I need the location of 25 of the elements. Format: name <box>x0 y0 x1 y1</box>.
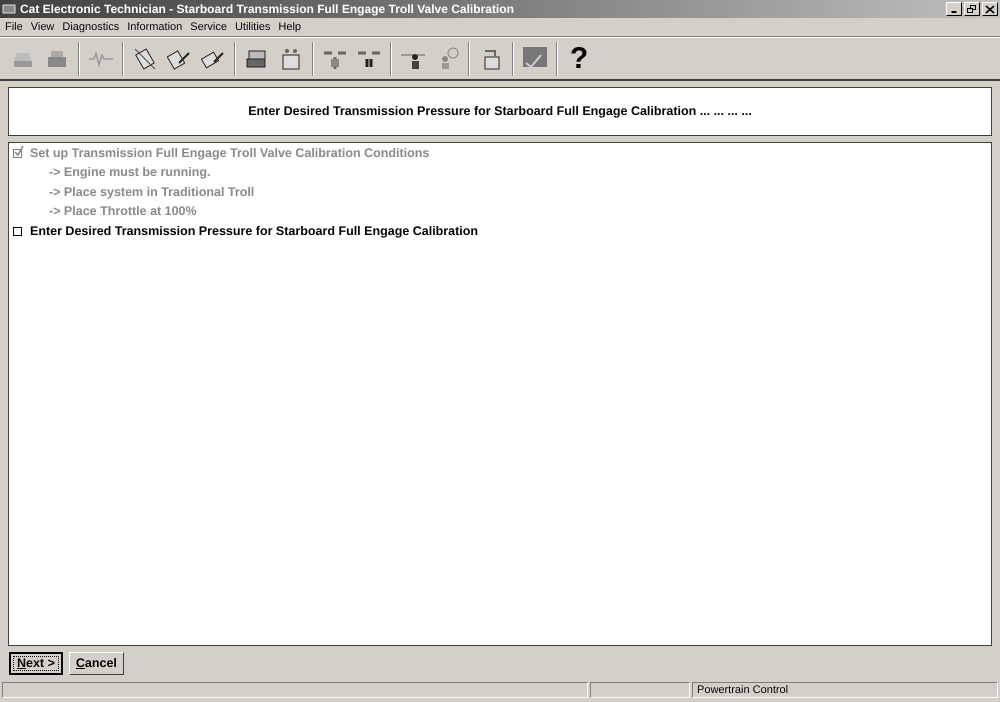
step-text: Set up Transmission Full Engage Troll Valve Calibration Conditions <box>30 145 430 162</box>
step-note: -> Engine must be running. <box>49 164 210 182</box>
menu-item[interactable]: Service <box>187 18 230 36</box>
step-note: -> Place Throttle at 100% <box>49 203 197 220</box>
cancel-button[interactable]: Cancel <box>68 652 124 675</box>
step-note: -> Place system in Traditional Troll <box>49 184 254 201</box>
minimize-icon <box>951 10 957 12</box>
app-icon <box>2 3 16 15</box>
help-button[interactable]: ? <box>562 40 596 76</box>
window-title: Cat Electronic Technician - Starboard Transmission Full Engage Troll Valve Calibration <box>20 1 514 18</box>
restore-button[interactable] <box>964 2 980 16</box>
step-text: Enter Desired Transmission Pressure for Starboard Full Engage Calibration <box>30 222 478 240</box>
menu-item[interactable]: File <box>2 18 26 36</box>
menu-item[interactable]: View <box>28 18 58 36</box>
close-icon <box>985 4 995 14</box>
menu-item[interactable]: Information <box>124 18 186 36</box>
status-pane: Powertrain Control <box>692 682 998 698</box>
minimize-button[interactable] <box>946 2 962 16</box>
restore-icon <box>967 4 977 14</box>
header-text: Enter Desired Transmission Pressure for Starboard Full Engage Calibration ... ... ... ... <box>248 103 752 120</box>
menu-item[interactable]: Diagnostics <box>59 18 122 36</box>
next-button[interactable]: Next > <box>9 652 63 675</box>
menu-item[interactable]: Help <box>275 18 304 36</box>
close-button[interactable] <box>982 2 998 16</box>
menu-item[interactable]: Utilities <box>232 18 274 36</box>
